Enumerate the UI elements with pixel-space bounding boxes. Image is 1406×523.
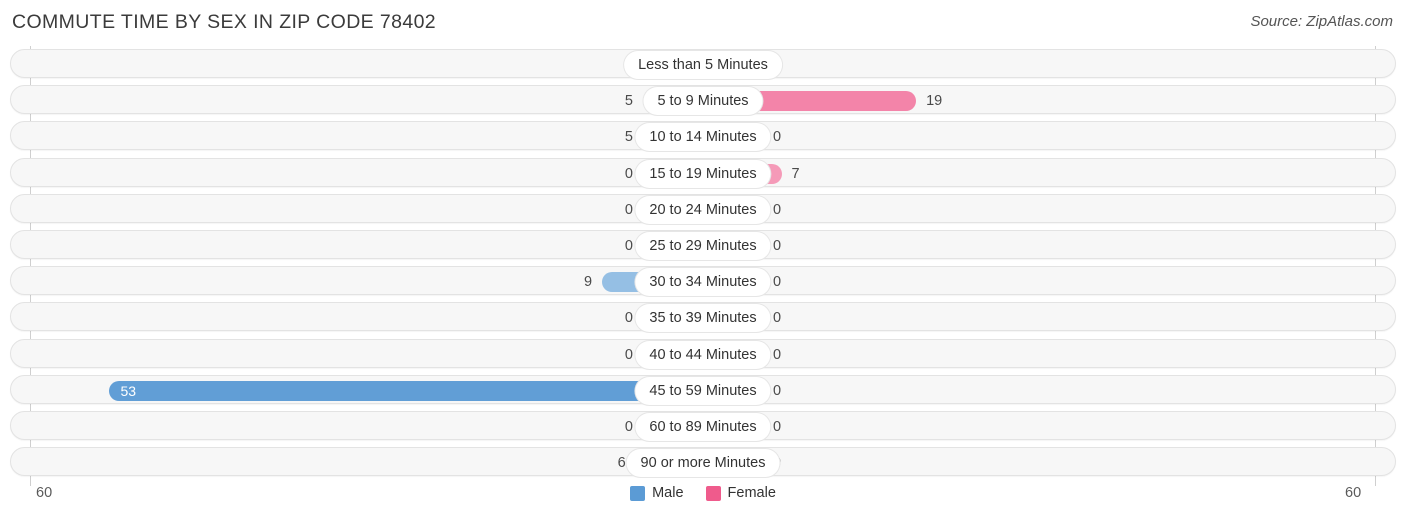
category-label: 60 to 89 Minutes — [635, 412, 771, 441]
male-value-label: 5 — [624, 129, 633, 146]
male-value-label: 0 — [624, 418, 633, 435]
category-label: 45 to 59 Minutes — [635, 376, 771, 405]
male-bar — [108, 380, 703, 401]
female-value-label: 0 — [773, 274, 782, 291]
table-row: 00Less than 5 Minutes — [0, 46, 1406, 82]
table-row: 0 0 40 to 44 Minutes — [0, 336, 1406, 372]
page-title: COMMUTE TIME BY SEX IN ZIP CODE 78402 — [12, 11, 437, 33]
category-label: 10 to 14 Minutes — [635, 123, 771, 152]
chart-footer: 60 60 Male Female — [0, 480, 1406, 523]
female-value-label: 0 — [773, 201, 782, 218]
plot-area: 00Less than 5 Minutes5195 to 9 Minutes50… — [0, 46, 1406, 486]
category-label: Less than 5 Minutes — [624, 51, 782, 79]
legend-swatch-icon — [630, 485, 646, 501]
category-label: 40 to 44 Minutes — [635, 340, 771, 369]
female-value-label: 7 — [791, 165, 800, 182]
female-value-label: 0 — [773, 453, 835, 473]
male-value-label: 0 — [624, 237, 633, 254]
male-value-label: 9 — [583, 274, 593, 291]
category-label: 15 to 19 Minutes — [635, 159, 771, 188]
legend-label: Male — [652, 485, 684, 501]
table-row: 0 7 15 to 19 Minutes — [0, 155, 1406, 191]
legend-item[interactable]: Female — [705, 485, 776, 501]
table-row: 53 0 45 to 59 Minutes — [0, 372, 1406, 408]
category-label: 35 to 39 Minutes — [635, 304, 771, 333]
chart-header: COMMUTE TIME BY SEX IN ZIP CODE 78402 So… — [0, 0, 1406, 46]
legend-swatch-icon — [705, 485, 721, 501]
commute-time-chart: COMMUTE TIME BY SEX IN ZIP CODE 78402 So… — [0, 0, 1406, 523]
legend-label: Female — [727, 485, 776, 501]
male-value-label: 0 — [624, 310, 633, 327]
table-row: 0 0 35 to 39 Minutes — [0, 299, 1406, 335]
female-value-label: 0 — [773, 418, 782, 435]
female-value-label: 19 — [926, 93, 943, 110]
table-row: 0 0 20 to 24 Minutes — [0, 191, 1406, 227]
male-value-label: 0 — [624, 346, 633, 363]
category-label: 5 to 9 Minutes — [643, 87, 763, 116]
female-value-label: 0 — [773, 129, 782, 146]
female-value-label: 0 — [773, 55, 835, 75]
female-value-label: 0 — [773, 237, 782, 254]
category-label: 30 to 34 Minutes — [635, 268, 771, 297]
female-value-label: 0 — [773, 346, 782, 363]
female-value-label: 0 — [773, 310, 782, 327]
male-value-label: 5 — [624, 93, 633, 110]
source-attribution: Source: ZipAtlas.com — [1250, 13, 1393, 30]
male-value-label: 53 — [120, 382, 137, 399]
chart-legend: Male Female — [0, 485, 1406, 501]
male-value-label: 0 — [624, 201, 633, 218]
table-row: 0 0 60 to 89 Minutes — [0, 408, 1406, 444]
male-value-label: 6 — [617, 455, 626, 472]
table-row: 0 0 25 to 29 Minutes — [0, 227, 1406, 263]
category-label: 20 to 24 Minutes — [635, 195, 771, 224]
table-row: 5 0 10 to 14 Minutes — [0, 118, 1406, 154]
male-value-label: 0 — [624, 165, 633, 182]
table-row: 5 19 5 to 9 Minutes — [0, 82, 1406, 118]
category-label: 25 to 29 Minutes — [635, 231, 771, 260]
female-value-label: 0 — [773, 382, 782, 399]
table-row: 6 090 or more Minutes — [0, 444, 1406, 480]
table-row: 9 0 30 to 34 Minutes — [0, 263, 1406, 299]
legend-item[interactable]: Male — [630, 485, 684, 501]
category-label: 90 or more Minutes — [626, 449, 780, 478]
bar-rows: 00Less than 5 Minutes5195 to 9 Minutes50… — [0, 46, 1406, 480]
